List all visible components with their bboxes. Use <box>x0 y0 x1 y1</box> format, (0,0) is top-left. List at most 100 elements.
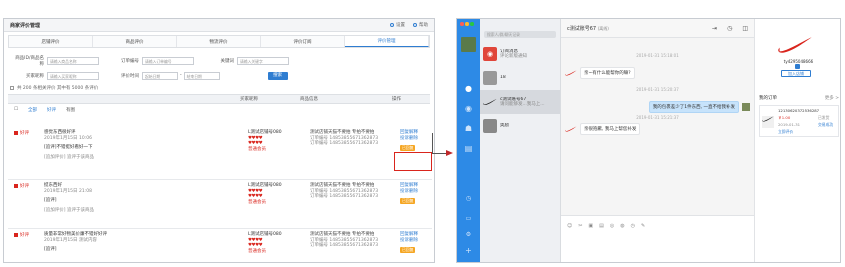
stats-text: 共 200 条相关评价 其中有 5000 条评价 <box>17 86 99 91</box>
highlight-box <box>394 152 432 171</box>
list-item[interactable]: 18 <box>480 66 560 90</box>
complain-link[interactable]: 投诉删除 <box>400 238 418 244</box>
phrase-icon[interactable]: ✎ <box>641 223 645 229</box>
replied-status[interactable]: 已回复 <box>400 145 418 152</box>
date-end-input[interactable]: 结束日期 <box>183 71 220 80</box>
add-to-shop-button[interactable]: 加入店铺 <box>781 70 811 77</box>
select-all-checkbox[interactable]: ☐ <box>14 107 18 112</box>
help-icon <box>413 23 417 27</box>
buyer-level: 普通会员 <box>248 248 266 254</box>
minimize-window-icon[interactable] <box>465 22 469 26</box>
product-name[interactable]: 测试店铺天猫不要拍 专拍不要拍 <box>310 232 378 238</box>
stats-checkbox[interactable] <box>10 86 14 90</box>
folder-icon[interactable]: ▭ <box>463 213 474 224</box>
tab-review-manage[interactable]: 评价管理 <box>345 36 429 47</box>
emoji-icon[interactable]: ☺ <box>567 223 572 229</box>
order-card[interactable]: 12130620372536287 ￥1.00 2019-01-31 立即评价 … <box>759 105 839 137</box>
tab-review-subscribe[interactable]: 评价订阅 <box>261 36 345 47</box>
followup-text: [追评]不错挺好看好一下 <box>44 145 93 150</box>
reply-link[interactable]: 回复解释 <box>400 130 418 136</box>
message-bubble: 我的包裹差少了1件东西, 一直不给我补发 <box>648 101 739 113</box>
complain-link[interactable]: 投诉删除 <box>400 189 418 195</box>
followup-text: [追评] <box>44 247 57 252</box>
customer-info-panel: ty4295048666 加入店铺 我的订单 更多 > 121306203725… <box>754 19 840 262</box>
col-actions: 操作 <box>392 97 401 102</box>
row-actions: 回复解释 投诉删除 已回复 <box>400 183 418 205</box>
message-bubble: 亲很抱歉, 我马上帮您补发 <box>580 123 641 135</box>
panel-header: 商家评价管理 设置 帮助 <box>4 19 434 32</box>
history-icon[interactable]: ◷ <box>631 223 635 229</box>
product-input[interactable]: 请输入商品名称 <box>47 56 99 65</box>
panel-icon[interactable]: ◫ <box>742 25 748 32</box>
quick-reply-icon[interactable]: ◎ <box>610 223 614 229</box>
review-text: 质量非常好物美价廉不错好好评 <box>44 232 107 237</box>
message-received: 亲~有什么能帮你的嘛? <box>565 67 635 79</box>
product-name[interactable]: 测试店铺天猫不要拍 专拍不要拍 <box>310 183 378 189</box>
my-avatar <box>742 103 750 111</box>
complain-link[interactable]: 投诉删除 <box>400 136 418 142</box>
connector-line <box>432 153 446 154</box>
settings-icon[interactable]: ⚙ <box>463 229 474 240</box>
status-badge: 已回复 <box>400 198 416 204</box>
chat-app-window: ● ◉ ☗ ▤ ◷ ▭ ⚙ + 搜索人/群/聊天记录 ◉ 订阅消息 评论新版通知 … <box>456 18 841 263</box>
review-now-link[interactable]: 立即评价 <box>778 129 793 135</box>
keyword-filter-label: 关键词 <box>220 58 235 64</box>
filter-good[interactable]: 好评 <box>47 107 56 113</box>
product-info: 测试店铺天猫不要拍 专拍不要拍 订单编号 14853855671362873 订… <box>310 130 378 147</box>
tab-logistics-review[interactable]: 物流评价 <box>177 36 261 47</box>
order-number: 订单编号 14853855671362873 <box>310 243 379 248</box>
list-item[interactable]: ◉ 订阅消息 评论新版通知 <box>480 42 560 66</box>
filter-all[interactable]: 全部 <box>28 107 37 113</box>
help-link[interactable]: 帮助 <box>413 22 428 28</box>
contacts-icon[interactable]: ◉ <box>463 103 474 114</box>
tab-product-review[interactable]: 商品评价 <box>93 36 177 47</box>
review-time: 2019年1月15日 10:06 <box>44 135 92 141</box>
close-window-icon[interactable] <box>460 22 464 26</box>
replied-status[interactable]: 已回复 <box>400 247 418 254</box>
order-number: 订单编号 14853855671362873 <box>310 141 379 146</box>
tab-shop-review[interactable]: 店铺评价 <box>9 36 93 47</box>
order-title: 我的订单 <box>759 96 777 101</box>
settings-link[interactable]: 设置 <box>390 22 405 28</box>
clock-icon[interactable]: ◷ <box>727 25 732 32</box>
nike-logo <box>483 95 497 109</box>
filter-with-image[interactable]: 有图 <box>66 107 75 113</box>
flag-icon <box>14 233 18 237</box>
more-link[interactable]: 更多 > <box>825 95 839 101</box>
review-content: 挺东西好 2019年1月15日 21:08 [追评] [追加评价] 追评于该商品 <box>44 183 94 213</box>
search-button[interactable]: 搜索 <box>267 71 288 80</box>
file-icon[interactable]: ▤ <box>599 223 604 229</box>
nike-avatar-icon <box>565 70 577 76</box>
date-start-input[interactable]: 起始日期 <box>142 71 178 80</box>
buyer-level: 普通会员 <box>248 199 266 205</box>
list-item[interactable]: 奥励 <box>480 114 560 138</box>
reply-link[interactable]: 回复解释 <box>400 232 418 238</box>
table-row: 好评 感觉东西很好评 2019年1月15日 10:06 [追评]不错挺好看好一下… <box>8 127 432 180</box>
order-number: 订单编号 14853855671362873 <box>310 194 379 199</box>
buyer-filter-label: 买家昵称 <box>26 73 44 79</box>
scissors-icon[interactable]: ✂ <box>578 223 582 229</box>
add-icon[interactable]: + <box>463 245 474 256</box>
arrow-icon <box>446 150 453 156</box>
replied-status[interactable]: 已回复 <box>400 198 418 205</box>
product-name[interactable]: 测试店铺天猫不要拍 专拍不要拍 <box>310 130 378 136</box>
image-icon[interactable]: ▣ <box>588 223 593 229</box>
notes-icon[interactable]: ▤ <box>463 143 474 154</box>
transfer-icon[interactable]: ⇥ <box>712 25 717 32</box>
order-input[interactable]: 请输入订单编号 <box>142 56 194 65</box>
search-input[interactable]: 搜索人/群/聊天记录 <box>484 31 556 38</box>
review-time: 2019年1月15日 测试内容 <box>44 237 97 243</box>
chat-icon[interactable]: ● <box>463 83 474 94</box>
keyword-input[interactable]: 请输入关键字 <box>237 56 289 65</box>
reply-link[interactable]: 回复解释 <box>400 183 418 189</box>
team-icon[interactable]: ☗ <box>463 123 474 134</box>
maximize-window-icon[interactable] <box>470 22 474 26</box>
user-avatar[interactable] <box>461 37 476 52</box>
history-icon[interactable]: ◷ <box>463 193 474 204</box>
status-badge: 已回复 <box>400 247 416 253</box>
video-icon[interactable]: ◍ <box>620 223 624 229</box>
review-content: 感觉东西很好评 2019年1月15日 10:06 [追评]不错挺好看好一下 [追… <box>44 130 94 160</box>
chat-toolbar: ☺ ✂ ▣ ▤ ◎ ◍ ◷ ✎ <box>561 223 754 229</box>
list-item[interactable]: c测试账号67 请问能够发...我马上... <box>480 90 560 114</box>
buyer-input[interactable]: 请输入买家昵称 <box>47 71 99 80</box>
